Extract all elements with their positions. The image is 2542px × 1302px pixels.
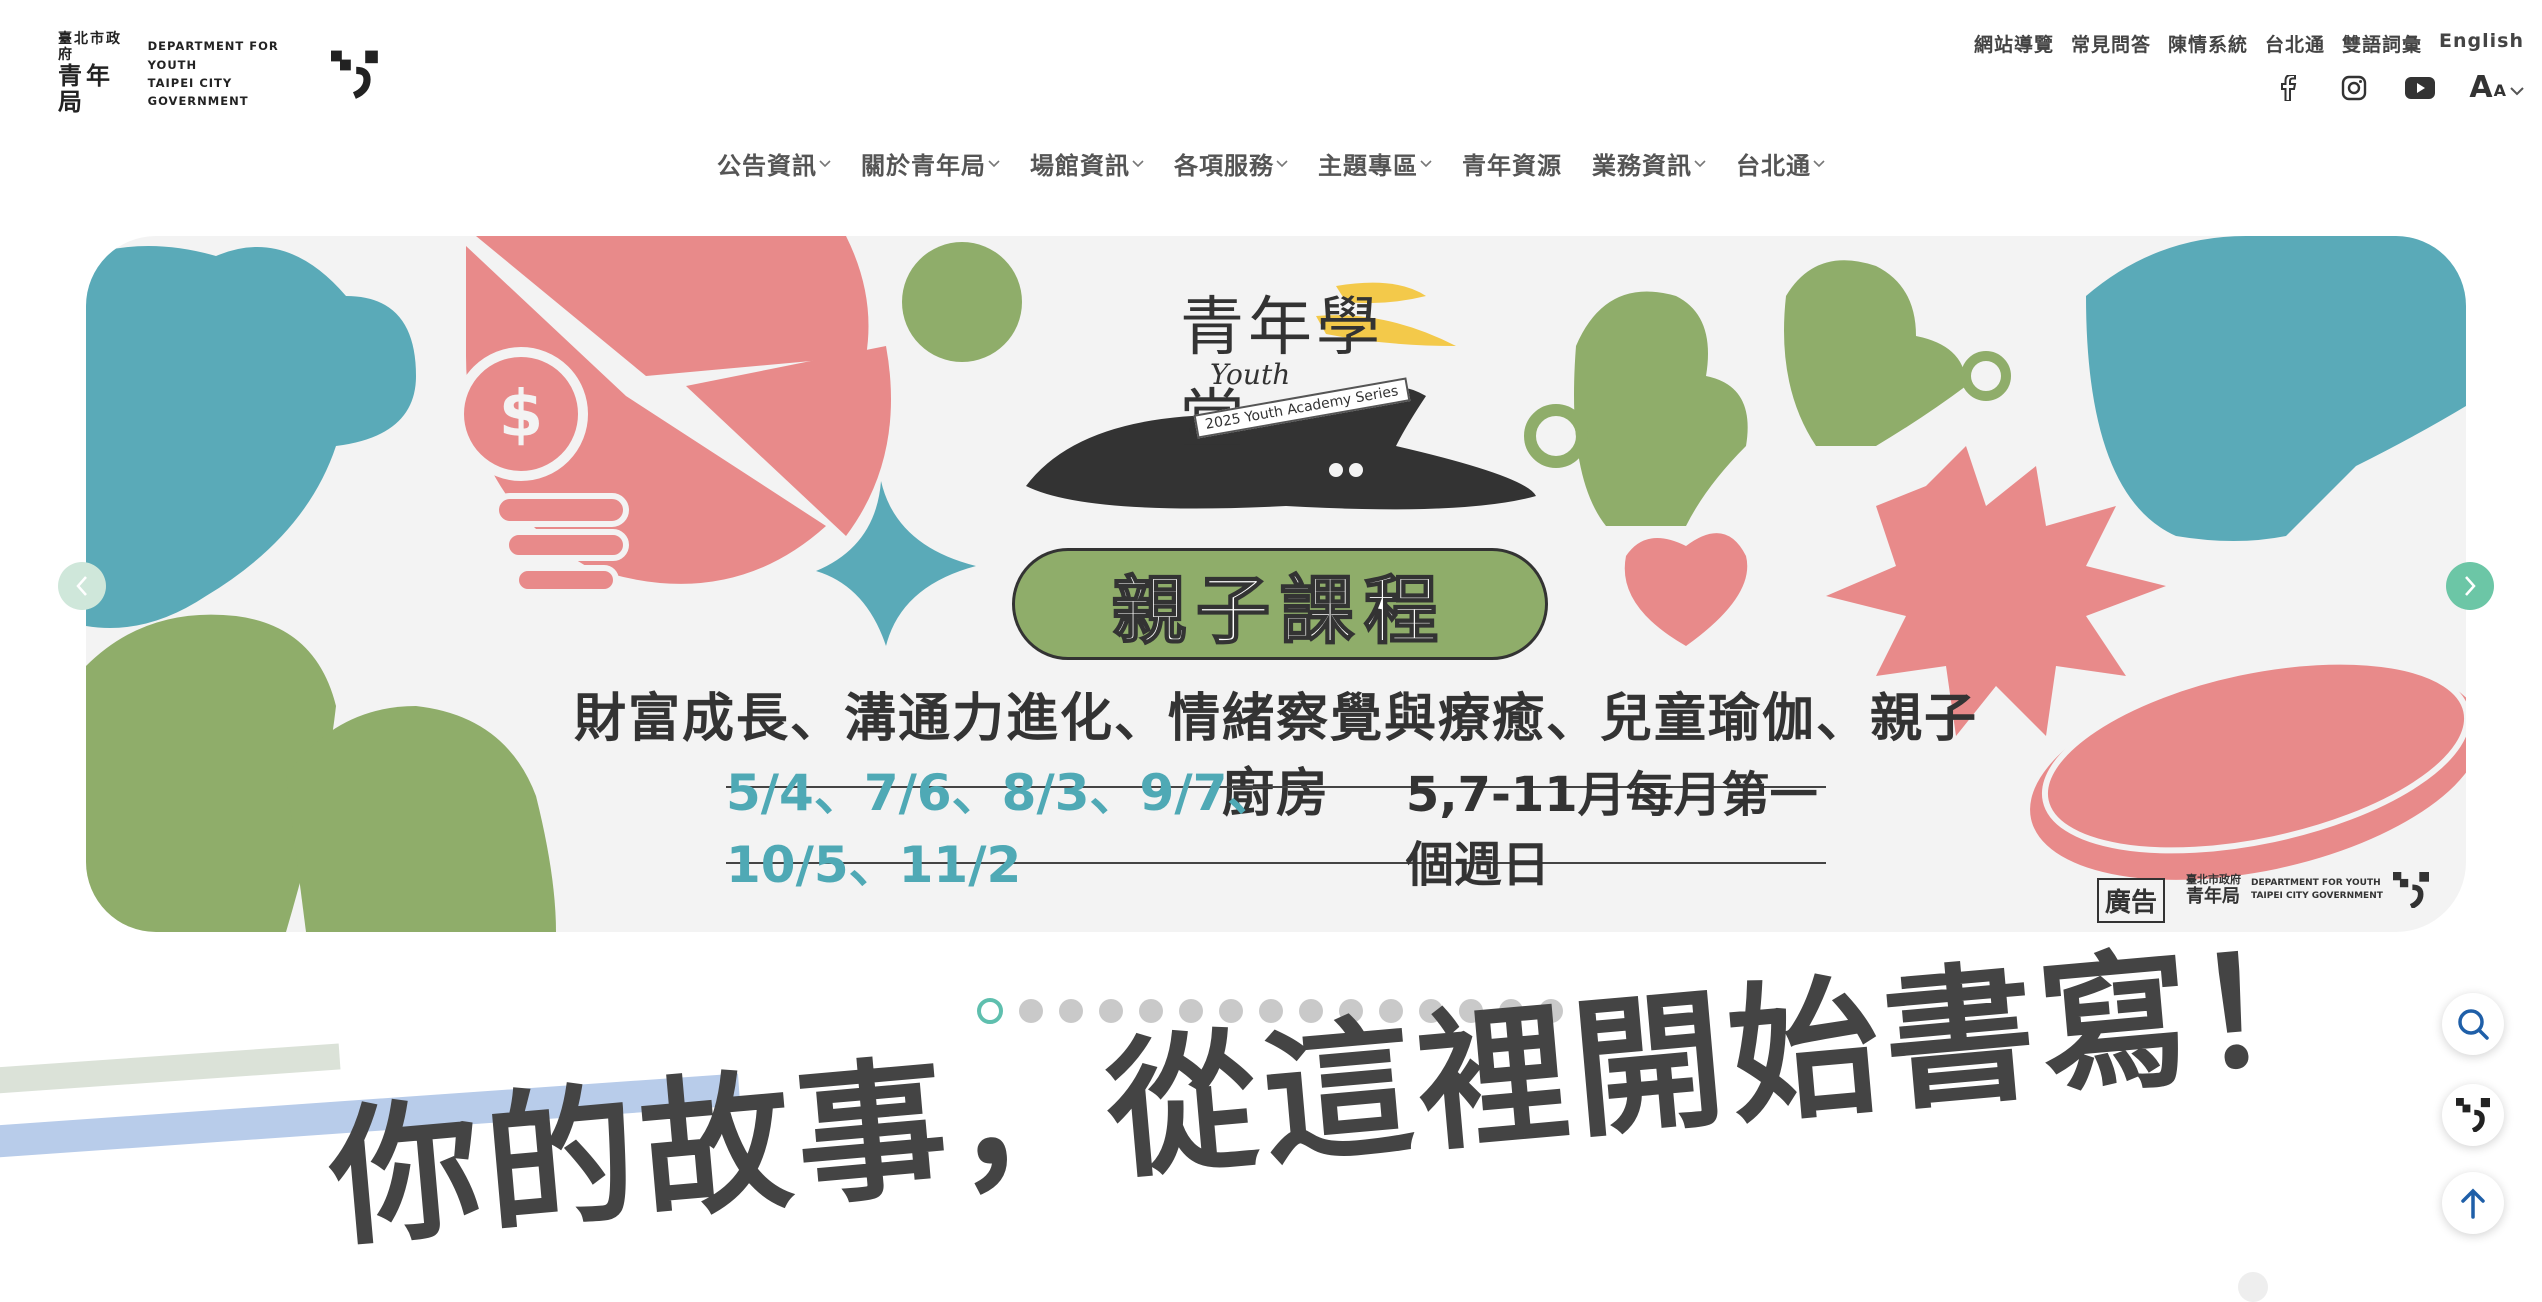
banner-dates-list: 5/4、7/6、8/3、9/7、10/5、11/2 bbox=[726, 764, 1278, 894]
font-size-toggle[interactable]: AA bbox=[2469, 70, 2524, 105]
util-link-glossary[interactable]: 雙語詞彙 bbox=[2342, 30, 2422, 57]
chevron-down-icon bbox=[1694, 159, 1706, 167]
chevron-down-icon bbox=[1420, 159, 1432, 167]
hero-banner-slide[interactable]: $ 青年學堂 Youth 2025 Youth Academy Series bbox=[86, 236, 2466, 932]
instagram-icon[interactable] bbox=[2337, 71, 2371, 105]
chevron-down-icon bbox=[1813, 159, 1825, 167]
chevron-down-icon bbox=[2510, 87, 2524, 96]
logo-en-line1: DEPARTMENT FOR YOUTH bbox=[147, 39, 279, 72]
logo-zh-line2: 青年局 bbox=[58, 62, 114, 117]
banner-dates: 5/4、7/6、8/3、9/7、10/5、11/2 5,7-11月每月第一個週日 bbox=[726, 764, 1826, 894]
nav-item-about[interactable]: 關於青年局 bbox=[861, 146, 1000, 181]
decorative-stripe bbox=[0, 1043, 341, 1095]
chevron-down-icon bbox=[1276, 159, 1288, 167]
facebook-icon[interactable] bbox=[2271, 71, 2305, 105]
util-link-english[interactable]: English bbox=[2439, 30, 2524, 57]
font-size-small: A bbox=[2493, 81, 2506, 100]
logo-zh-line1: 臺北市政府 bbox=[58, 31, 122, 63]
nav-item-services[interactable]: 各項服務 bbox=[1174, 146, 1288, 181]
util-link-sitemap[interactable]: 網站導覽 bbox=[1974, 30, 2054, 57]
main-nav: 公告資訊 關於青年局 場館資訊 各項服務 主題專區 青年資源 業務資訊 台北通 bbox=[0, 146, 2542, 181]
carousel-prev-button[interactable] bbox=[58, 562, 106, 610]
banner-pill: 親子課程 bbox=[1012, 548, 1548, 660]
font-size-label: A bbox=[2469, 70, 2493, 105]
logo-en: DEPARTMENT FOR YOUTH TAIPEI CITY GOVERNM… bbox=[148, 37, 320, 111]
back-to-top-button[interactable] bbox=[2442, 1172, 2504, 1234]
nav-item-youth-resources[interactable]: 青年資源 bbox=[1462, 146, 1562, 181]
nav-item-business[interactable]: 業務資訊 bbox=[1592, 146, 1706, 181]
svg-text:$: $ bbox=[499, 378, 544, 452]
youtube-icon[interactable] bbox=[2403, 71, 2437, 105]
floating-logo-button[interactable] bbox=[2442, 1084, 2504, 1146]
chevron-right-icon bbox=[2465, 576, 2476, 596]
nav-item-label: 青年資源 bbox=[1462, 152, 1562, 180]
chevron-down-icon bbox=[988, 159, 1000, 167]
social-links: AA bbox=[2271, 70, 2524, 105]
decorative-circle bbox=[2238, 1272, 2268, 1302]
nav-item-taipeipass[interactable]: 台北通 bbox=[1736, 146, 1825, 181]
banner-dates-desc: 5,7-11月每月第一個週日 bbox=[1405, 767, 1818, 893]
nav-item-label: 各項服務 bbox=[1174, 152, 1274, 180]
section-headline: 你的故事，從這裡開始書寫！ bbox=[323, 918, 2359, 1269]
util-link-faq[interactable]: 常見問答 bbox=[2071, 30, 2151, 57]
util-link-taipeipass[interactable]: 台北通 bbox=[2265, 30, 2325, 57]
nav-item-announcements[interactable]: 公告資訊 bbox=[717, 146, 831, 181]
nav-item-venues[interactable]: 場館資訊 bbox=[1030, 146, 1144, 181]
nav-item-label: 場館資訊 bbox=[1030, 152, 1130, 180]
utility-nav: 網站導覽 常見問答 陳情系統 台北通 雙語詞彙 English bbox=[1974, 30, 2524, 57]
nav-item-topics[interactable]: 主題專區 bbox=[1318, 146, 1432, 181]
banner-logo-zh1: 臺北市政府 bbox=[2186, 872, 2241, 886]
banner-pill-label: 親子課程 bbox=[1111, 567, 1448, 655]
util-link-petition[interactable]: 陳情系統 bbox=[2168, 30, 2248, 57]
chevron-left-icon bbox=[76, 576, 87, 596]
chevron-down-icon bbox=[1132, 159, 1144, 167]
arrow-up-icon bbox=[2461, 1188, 2485, 1219]
nav-item-label: 公告資訊 bbox=[717, 152, 817, 180]
logo-mark-icon bbox=[331, 50, 379, 99]
logo-en-line2: TAIPEI CITY GOVERNMENT bbox=[147, 76, 249, 109]
search-icon bbox=[2458, 1009, 2489, 1040]
nav-item-label: 台北通 bbox=[1736, 152, 1811, 180]
nav-item-label: 關於青年局 bbox=[861, 152, 986, 180]
carousel-next-button[interactable] bbox=[2446, 562, 2494, 610]
chevron-down-icon bbox=[819, 159, 831, 167]
logo-zh: 臺北市政府 青年局 bbox=[58, 32, 134, 116]
site-logo[interactable]: 臺北市政府 青年局 DEPARTMENT FOR YOUTH TAIPEI CI… bbox=[58, 32, 379, 116]
nav-item-label: 業務資訊 bbox=[1592, 152, 1692, 180]
banner-logo-mark-icon bbox=[2392, 872, 2429, 908]
banner-title-en: Youth bbox=[1210, 358, 1291, 391]
nav-item-label: 主題專區 bbox=[1318, 152, 1418, 180]
logo-mark-icon bbox=[2456, 1098, 2490, 1132]
floating-search-button[interactable] bbox=[2442, 993, 2504, 1055]
